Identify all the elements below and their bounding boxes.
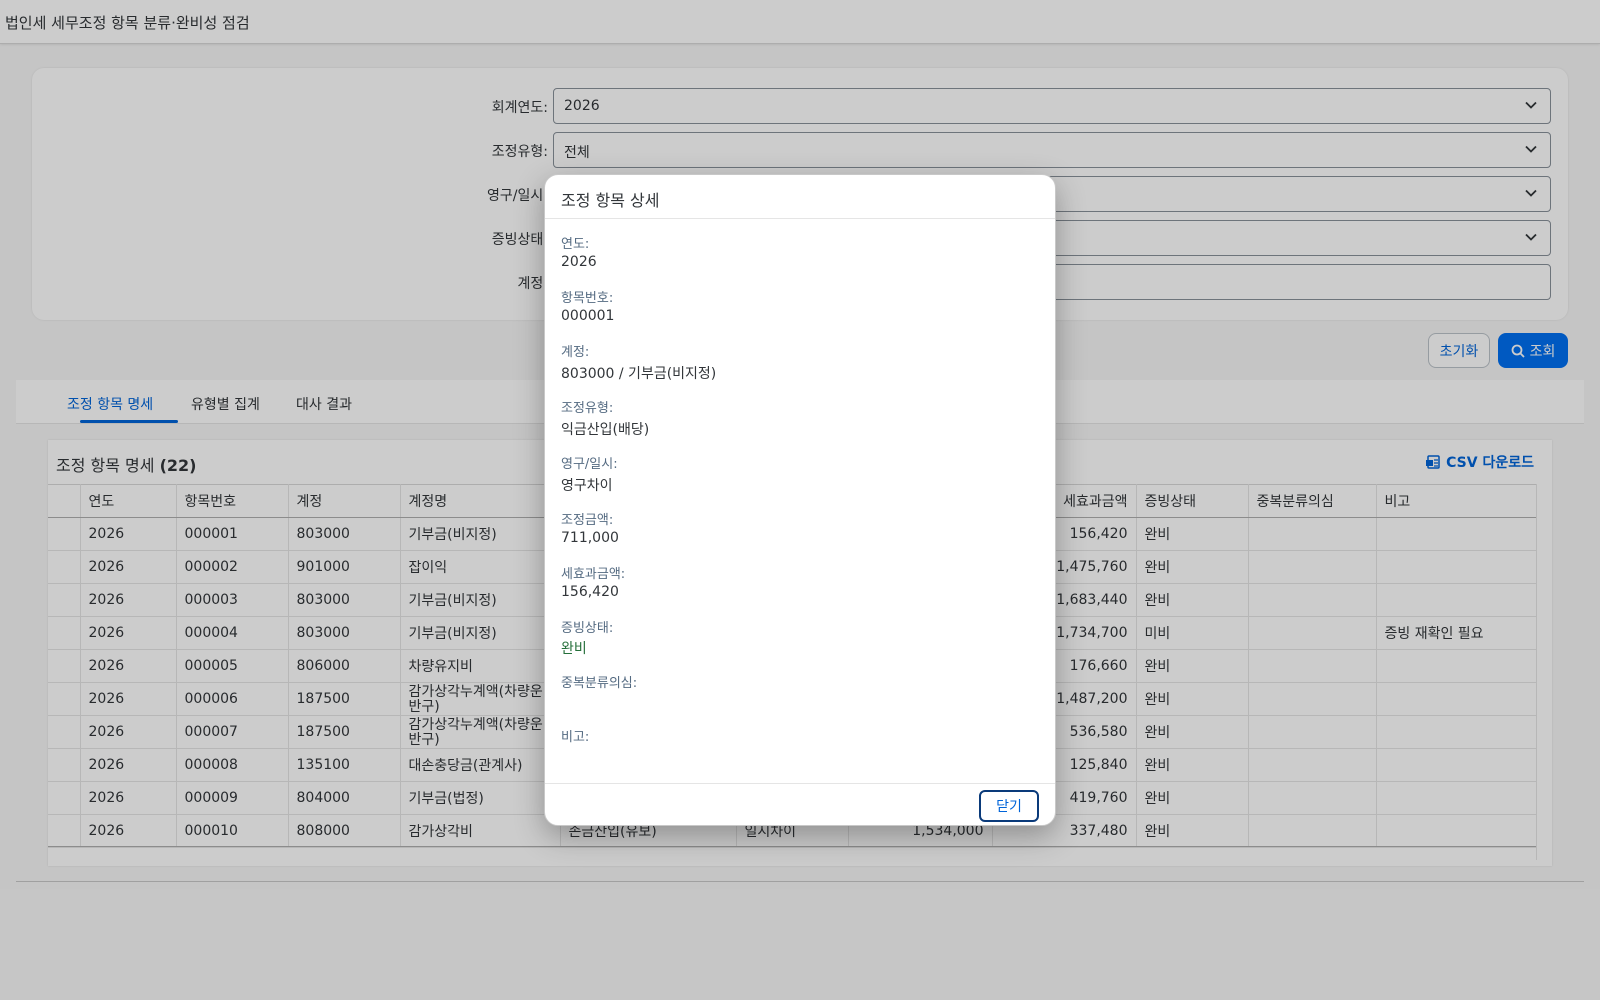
- detail-amount-label: 조정금액:: [561, 513, 614, 528]
- dialog-title: 조정 항목 상세: [561, 191, 660, 210]
- detail-evidence-label: 증빙상태:: [561, 621, 614, 636]
- close-button[interactable]: 닫기: [979, 790, 1039, 822]
- detail-note-label: 비고:: [561, 730, 590, 745]
- detail-item-no-value: 000001: [561, 308, 615, 324]
- detail-amount-value: 711,000: [561, 530, 619, 546]
- detail-year-label: 연도:: [561, 237, 590, 252]
- detail-perm-value: 영구차이: [561, 478, 613, 494]
- detail-evidence-value: 완비: [561, 641, 587, 657]
- detail-type-label: 조정유형:: [561, 401, 614, 416]
- detail-item-no-label: 항목번호:: [561, 291, 614, 306]
- detail-dialog: 조정 항목 상세 연도: 2026 항목번호: 000001 계정: 80300…: [544, 174, 1056, 826]
- dialog-header: 조정 항목 상세: [545, 175, 1055, 219]
- detail-tax-label: 세효과금액:: [561, 567, 626, 582]
- dialog-footer: 닫기: [545, 783, 1055, 825]
- detail-year-value: 2026: [561, 254, 597, 270]
- detail-type-value: 익금산입(배당): [561, 422, 650, 438]
- detail-tax-value: 156,420: [561, 584, 619, 600]
- detail-perm-label: 영구/일시:: [561, 457, 618, 472]
- detail-dup-label: 중복분류의심:: [561, 676, 638, 691]
- detail-account-label: 계정:: [561, 345, 590, 360]
- detail-account-value: 803000 / 기부금(비지정): [561, 366, 717, 382]
